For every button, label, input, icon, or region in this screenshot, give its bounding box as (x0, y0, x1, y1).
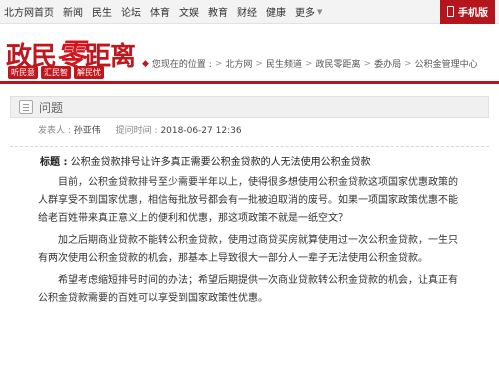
slogan-badge: 解民忧 (74, 66, 104, 79)
breadcrumb-prefix: 您现在的位置 : (151, 60, 212, 70)
breadcrumb-item[interactable]: 北方网 (225, 57, 252, 70)
page-header: 政民零距离 听民意 汇民智 解民忧 ◆ 您现在的位置 : > 北方网 > 民生频… (0, 24, 499, 84)
author-label: 发表人 : (38, 126, 71, 136)
mobile-version-label: 手机版 (458, 8, 488, 19)
nav-finance[interactable]: 财经 (237, 4, 257, 19)
nav-home[interactable]: 北方网首页 (4, 4, 54, 19)
chevron-down-icon: ▼ (317, 7, 323, 16)
nav-news[interactable]: 新闻 (63, 4, 83, 19)
breadcrumb-item[interactable]: 民生频道 (266, 57, 302, 70)
author-name: 孙亚伟 (73, 126, 101, 136)
phone-icon (447, 6, 454, 17)
breadcrumb-separator: > (255, 58, 263, 69)
mobile-version-button[interactable]: 手机版 (440, 0, 495, 24)
time-label: 提问时间 : (115, 126, 158, 136)
title-label: 标题 : (40, 157, 68, 168)
top-nav: 北方网首页 新闻 民生 论坛 体育 文娱 教育 财经 健康 更多 ▼ 手机版 (0, 0, 499, 24)
question-header: 问题 (10, 96, 489, 118)
breadcrumb-item[interactable]: 政民零距离 (316, 57, 361, 70)
breadcrumb-separator: > (304, 58, 313, 69)
nav-more-label: 更多 (295, 8, 315, 19)
title-text: 公积金贷款排号让许多真正需要公积金贷款的人无法使用公积金贷款 (70, 157, 371, 168)
location-icon: ◆ (142, 58, 149, 69)
breadcrumb-item[interactable]: 委办局 (374, 57, 401, 70)
nav-sports[interactable]: 体育 (150, 4, 170, 19)
divider (10, 146, 489, 147)
breadcrumb: ◆ 您现在的位置 : > 北方网 > 民生频道 > 政民零距离 > 委办局 > … (142, 57, 478, 71)
nav-more-dropdown[interactable]: 更多 ▼ (295, 4, 323, 20)
breadcrumb-item[interactable]: 公积金管理中心 (415, 57, 478, 70)
nav-livelihood[interactable]: 民生 (92, 4, 112, 19)
slogan-badge: 听民意 (8, 66, 38, 79)
breadcrumb-separator: > (214, 58, 223, 69)
slogan-list: 听民意 汇民智 解民忧 (8, 66, 107, 79)
question-paragraph: 希望考虑缩短排号时间的办法；希望后期提供一次商业贷款转公积金贷款的机会，让真正有… (38, 275, 458, 304)
nav-entertainment[interactable]: 文娱 (179, 4, 199, 19)
nav-health[interactable]: 健康 (266, 4, 286, 19)
breadcrumb-separator: > (404, 58, 412, 69)
document-icon (19, 100, 33, 114)
breadcrumb-separator: > (363, 58, 372, 69)
slogan-badge: 汇民智 (41, 66, 71, 79)
question-paragraph: 目前，公积金贷款排号至少需要半年以上，使得很多想使用公积金贷款这项国家优惠政策的… (38, 177, 458, 224)
nav-education[interactable]: 教育 (208, 4, 228, 19)
post-time: 2018-06-27 12:36 (160, 126, 242, 136)
question-header-label: 问题 (39, 100, 64, 115)
question-title: 标题 : 公积金贷款排号让许多真正需要公积金贷款的人无法使用公积金贷款 (10, 153, 489, 168)
question-meta: 发表人 : 孙亚伟 提问时间 : 2018-06-27 12:36 (10, 124, 489, 138)
question-content: 问题 发表人 : 孙亚伟 提问时间 : 2018-06-27 12:36 标题 … (0, 84, 499, 308)
question-paragraph: 加之后期商业贷款不能转公积金贷款，使用过商贷买房就算使用过一次公积金贷款，一生只… (38, 235, 458, 264)
nav-forum[interactable]: 论坛 (121, 4, 141, 19)
